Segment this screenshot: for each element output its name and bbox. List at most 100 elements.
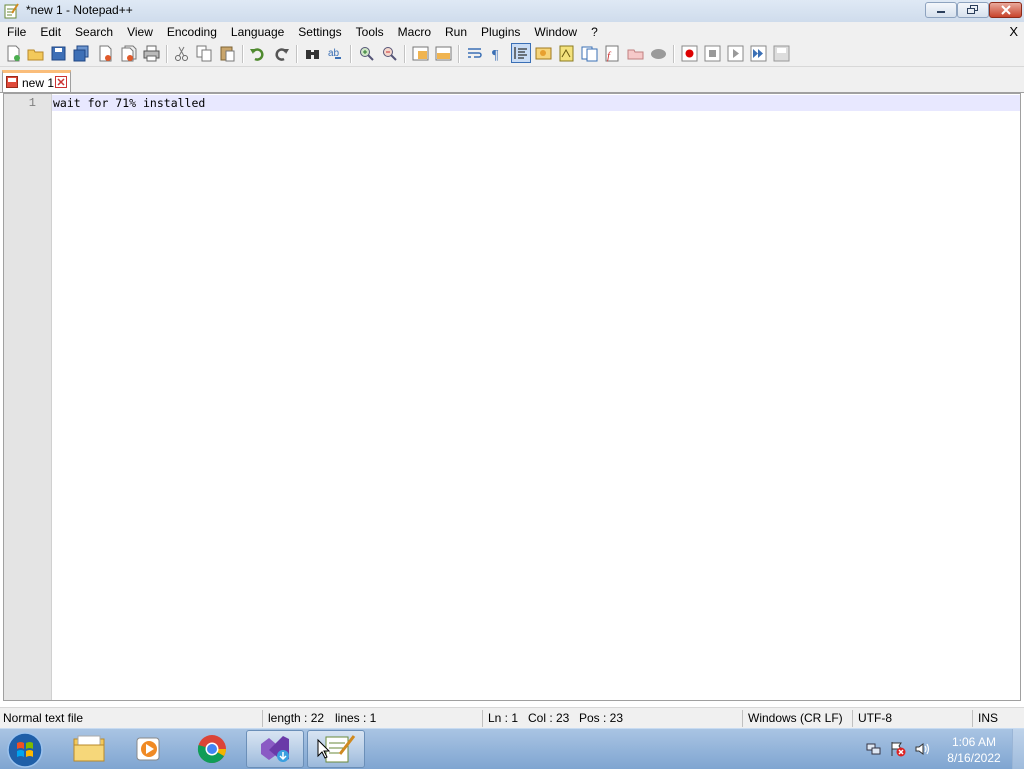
taskbar-explorer[interactable] <box>60 730 118 768</box>
status-insert-mode[interactable]: INS <box>978 711 998 725</box>
folder-as-workspace-icon[interactable] <box>627 45 644 62</box>
zoom-out-icon[interactable] <box>381 45 398 62</box>
menu-search[interactable]: Search <box>68 22 120 42</box>
menu-view[interactable]: View <box>120 22 160 42</box>
sync-vertical-icon[interactable] <box>412 45 429 62</box>
toolbar-separator <box>350 45 352 63</box>
find-icon[interactable] <box>304 45 321 62</box>
taskbar: 1:06 AM 8/16/2022 <box>0 728 1024 769</box>
taskbar-chrome[interactable] <box>183 730 241 768</box>
menu-help[interactable]: ? <box>584 22 605 42</box>
tab-new-1[interactable]: new 1 <box>2 70 71 92</box>
open-file-icon[interactable] <box>27 45 44 62</box>
network-icon[interactable] <box>866 741 882 757</box>
new-file-icon[interactable] <box>5 45 22 62</box>
tab-label: new 1 <box>22 76 55 90</box>
show-all-characters-icon[interactable]: ¶ <box>489 45 506 62</box>
windows-explorer-icon <box>73 735 105 762</box>
macro-stop-icon[interactable] <box>704 45 721 62</box>
toolbar-separator <box>296 45 298 63</box>
menu-language[interactable]: Language <box>224 22 291 42</box>
word-wrap-icon[interactable] <box>466 45 483 62</box>
taskbar-media-player[interactable] <box>120 730 178 768</box>
taskbar-notepad-plus-plus[interactable] <box>307 730 365 768</box>
editor-line[interactable]: wait for 71% installed <box>53 96 205 110</box>
svg-text:¶: ¶ <box>492 48 499 62</box>
unsaved-file-icon <box>6 76 18 88</box>
zoom-in-icon[interactable] <box>358 45 375 62</box>
status-length: length : 22 <box>268 711 325 725</box>
paste-icon[interactable] <box>219 45 236 62</box>
status-separator <box>852 710 853 727</box>
restore-button[interactable] <box>957 2 989 18</box>
volume-icon[interactable] <box>914 741 930 757</box>
document-map-icon[interactable] <box>558 45 575 62</box>
monitoring-icon[interactable] <box>650 45 667 62</box>
status-separator <box>972 710 973 727</box>
action-center-icon[interactable] <box>890 741 906 757</box>
status-pos: Pos : 23 <box>579 711 624 725</box>
close-icon[interactable] <box>97 45 114 62</box>
menu-plugins[interactable]: Plugins <box>474 22 527 42</box>
window-title: *new 1 - Notepad++ <box>26 3 133 17</box>
toolbar-separator <box>673 45 675 63</box>
status-file-type: Normal text file <box>3 711 84 725</box>
tab-close-icon[interactable] <box>55 76 67 88</box>
macro-record-icon[interactable] <box>681 45 698 62</box>
menu-run[interactable]: Run <box>438 22 474 42</box>
system-clock[interactable]: 1:06 AM 8/16/2022 <box>942 734 1006 766</box>
toolbar-separator <box>458 45 460 63</box>
close-window-button[interactable] <box>989 2 1022 18</box>
notepad-plus-plus-icon[interactable] <box>3 3 19 19</box>
function-list-icon[interactable]: f <box>604 45 621 62</box>
indent-guide-icon[interactable] <box>511 43 531 63</box>
cut-icon[interactable] <box>173 45 190 62</box>
sync-horizontal-icon[interactable] <box>435 45 452 62</box>
menu-bar: File Edit Search View Encoding Language … <box>0 22 1024 42</box>
document-list-icon[interactable] <box>581 45 598 62</box>
show-desktop-button[interactable] <box>1012 729 1024 769</box>
menu-tools[interactable]: Tools <box>349 22 391 42</box>
line-number-gutter: 1 <box>4 94 52 700</box>
macro-run-multiple-icon[interactable] <box>750 45 767 62</box>
menu-edit[interactable]: Edit <box>33 22 68 42</box>
menu-file[interactable]: File <box>0 22 33 42</box>
replace-icon[interactable]: ab <box>327 45 344 62</box>
line-number: 1 <box>28 96 36 110</box>
taskbar-visual-studio-installer[interactable] <box>246 730 304 768</box>
status-separator <box>482 710 483 727</box>
menu-macro[interactable]: Macro <box>391 22 438 42</box>
editor-area[interactable]: 1 wait for 71% installed <box>3 93 1021 701</box>
macro-play-icon[interactable] <box>727 45 744 62</box>
print-icon[interactable] <box>143 45 160 62</box>
undo-icon[interactable] <box>249 45 266 62</box>
save-all-icon[interactable] <box>73 45 90 62</box>
status-lines: lines : 1 <box>335 711 377 725</box>
status-separator <box>262 710 263 727</box>
start-button[interactable] <box>6 731 44 769</box>
chrome-icon <box>197 735 226 764</box>
user-language-icon[interactable] <box>535 45 552 62</box>
menu-window[interactable]: Window <box>527 22 584 42</box>
close-all-icon[interactable] <box>120 45 137 62</box>
menu-settings[interactable]: Settings <box>291 22 348 42</box>
notepad-plus-plus-icon <box>317 735 356 763</box>
copy-icon[interactable] <box>196 45 213 62</box>
status-bar: Normal text file length : 22 lines : 1 L… <box>0 707 1024 729</box>
status-eol[interactable]: Windows (CR LF) <box>748 711 843 725</box>
close-icon <box>1000 5 1011 15</box>
tab-bar: new 1 <box>0 67 1024 93</box>
windows-logo-icon <box>7 732 43 768</box>
menu-encoding[interactable]: Encoding <box>160 22 224 42</box>
macro-save-icon[interactable] <box>773 45 790 62</box>
clock-time: 1:06 AM <box>951 735 997 749</box>
save-icon[interactable] <box>50 45 67 62</box>
minimize-button[interactable] <box>925 2 957 18</box>
status-encoding[interactable]: UTF-8 <box>858 711 892 725</box>
toolbar: ab ¶ f <box>0 42 1024 67</box>
toolbar-separator <box>242 45 244 63</box>
close-document-button[interactable]: X <box>1009 22 1018 42</box>
minimize-icon <box>937 11 945 13</box>
redo-icon[interactable] <box>273 45 290 62</box>
clock-date: 8/16/2022 <box>947 751 1001 765</box>
